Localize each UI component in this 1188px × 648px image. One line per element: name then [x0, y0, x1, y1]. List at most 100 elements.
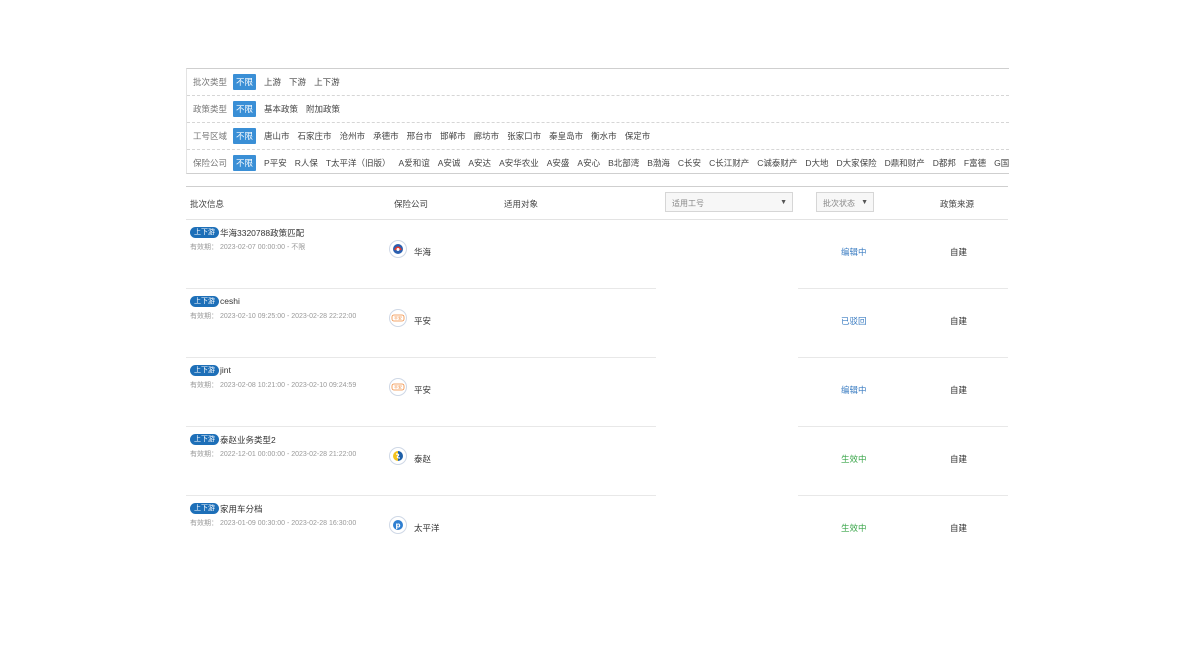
filter-option[interactable]: D大家保险 [836, 157, 876, 169]
insurer-name: 平安 [414, 316, 432, 326]
validity-period: 有效期： 2023-01-09 00:30:00 - 2023-02-28 16:… [190, 518, 356, 528]
filter-option[interactable]: 衡水市 [591, 130, 617, 142]
filter-option[interactable]: 张家口市 [507, 130, 541, 142]
filter-option[interactable]: A安达 [468, 157, 491, 169]
filter-option-any[interactable]: 不限 [233, 74, 257, 90]
filter-option[interactable]: A安华农业 [499, 157, 539, 169]
table-row[interactable]: 上下游 华海3320788政策匹配 有效期： 2023-02-07 00:00:0… [186, 220, 1008, 289]
policy-source: 自建 [950, 316, 968, 326]
filter-row: 政策类型 不限 基本政策 附加政策 [187, 95, 1009, 122]
filter-option[interactable]: 邢台市 [407, 130, 433, 142]
filter-option[interactable]: A安盛 [547, 157, 570, 169]
batch-status-select[interactable]: 批次状态 ▼ [816, 192, 874, 212]
filter-option[interactable]: G国任 [994, 157, 1009, 169]
filter-option[interactable]: 上游 [264, 76, 281, 88]
insurer-name: 泰赵 [414, 454, 432, 464]
validity-period: 有效期： 2023-02-08 10:21:00 - 2023-02-10 09:… [190, 380, 356, 390]
insurer-name: 太平洋 [414, 523, 440, 533]
job-number-select[interactable]: 适用工号 ▼ [665, 192, 793, 212]
batch-name[interactable]: 泰赵业务类型2 [220, 434, 276, 446]
filter-option[interactable]: C长安 [678, 157, 701, 169]
batch-name[interactable]: 家用车分档 [220, 503, 263, 515]
insurer-name: 华海 [414, 247, 432, 257]
filter-option[interactable]: 石家庄市 [298, 130, 332, 142]
filter-option[interactable]: D都邦 [933, 157, 956, 169]
filter-row: 工号区域 不限 唐山市 石家庄市 沧州市 承德市 邢台市 邯郸市 廊坊市 张家口市 秦皇岛市 衡水市保… [187, 122, 1009, 149]
pingan-logo-icon: 平安 [389, 378, 407, 396]
table-row[interactable]: 上下游 jint 有效期： 2023-02-08 10:21:00 - 2023-… [186, 358, 1008, 427]
batch-type-badge: 上下游 [190, 227, 219, 238]
filter-option[interactable]: C诚泰财产 [757, 157, 797, 169]
filter-option[interactable]: 承德市 [373, 130, 399, 142]
filter-option[interactable]: A安诚 [438, 157, 461, 169]
validity-range: 2022-12-01 00:00:00 - 2023-02-28 21:22:0… [220, 451, 357, 458]
taipingyang-logo-icon: p [389, 516, 407, 534]
batch-status: 生效中 [841, 523, 867, 533]
filter-row: 保险公司 不限 P平安 R人保 T太平洋（旧版） A爱和谊 A安诚 A安达 A安华农业 A安盛 A安… [187, 149, 1009, 176]
filter-option[interactable]: 廊坊市 [474, 130, 500, 142]
filter-option[interactable]: 保定市 [625, 130, 651, 142]
huahai-logo-icon [389, 240, 407, 258]
filter-option[interactable]: A安心 [577, 157, 600, 169]
header-batch-info: 批次信息 [190, 199, 225, 209]
filter-option[interactable]: D鼎和财产 [885, 157, 925, 169]
validity-label: 有效期： [190, 313, 218, 320]
filter-option[interactable]: D大地 [805, 157, 828, 169]
batch-table: 批次信息 保险公司 适用对象 适用工号 ▼ 批次状态 ▼ 政策来源 上下游 华海… [186, 186, 1008, 565]
filter-label: 批次类型 [193, 77, 228, 87]
filter-option[interactable]: 下游 [289, 76, 306, 88]
filter-option[interactable]: C长江财产 [709, 157, 749, 169]
validity-range: 2023-02-08 10:21:00 - 2023-02-10 09:24:5… [220, 382, 357, 389]
validity-label: 有效期： [190, 244, 218, 251]
batch-name[interactable]: jint [220, 365, 231, 375]
filter-option-any[interactable]: 不限 [233, 101, 257, 117]
validity-label: 有效期： [190, 382, 218, 389]
batch-type-badge: 上下游 [190, 434, 219, 445]
filter-option[interactable]: 唐山市 [264, 130, 290, 142]
batch-name[interactable]: 华海3320788政策匹配 [220, 227, 304, 239]
job-number-select-value: 适用工号 [672, 199, 704, 208]
caret-down-icon: ▼ [780, 199, 787, 206]
policy-source: 自建 [950, 523, 968, 533]
filter-option-any[interactable]: 不限 [233, 128, 257, 144]
filter-option-any[interactable]: 不限 [233, 155, 257, 171]
caret-down-icon: ▼ [861, 199, 868, 206]
table-row[interactable]: 上下游 泰赵业务类型2 有效期： 2022-12-01 00:00:00 - 20… [186, 427, 1008, 496]
filter-option[interactable]: 秦皇岛市 [549, 130, 583, 142]
filter-option[interactable]: 基本政策 [264, 103, 298, 115]
filter-option[interactable]: F富德 [964, 157, 986, 169]
batch-status: 编辑中 [841, 385, 867, 395]
filter-option[interactable]: B渤海 [647, 157, 670, 169]
filter-option[interactable]: 沧州市 [340, 130, 366, 142]
header-target: 适用对象 [504, 199, 539, 209]
header-source: 政策来源 [940, 199, 975, 209]
policy-source: 自建 [950, 454, 968, 464]
header-insurer: 保险公司 [394, 199, 429, 209]
validity-label: 有效期： [190, 520, 218, 527]
validity-label: 有效期： [190, 451, 218, 458]
table-row[interactable]: 上下游 ceshi 有效期： 2023-02-10 09:25:00 - 2023… [186, 289, 1008, 358]
validity-range: 2023-02-10 09:25:00 - 2023-02-28 22:22:0… [220, 313, 357, 320]
validity-period: 有效期： 2023-02-10 09:25:00 - 2023-02-28 22:… [190, 311, 356, 321]
pingan-logo-icon: 平安 [389, 309, 407, 327]
filter-option[interactable]: 邯郸市 [440, 130, 466, 142]
validity-range: 2023-01-09 00:30:00 - 2023-02-28 16:30:0… [220, 520, 357, 527]
filter-option[interactable]: R人保 [295, 157, 318, 169]
filter-option[interactable]: B北部湾 [608, 157, 639, 169]
validity-period: 有效期： 2022-12-01 00:00:00 - 2023-02-28 21:… [190, 449, 356, 459]
filter-option[interactable]: 上下游 [314, 76, 340, 88]
svg-text:平安: 平安 [394, 384, 402, 390]
filter-option[interactable]: A爱和谊 [399, 157, 430, 169]
filter-option[interactable]: 附加政策 [306, 103, 340, 115]
validity-period: 有效期： 2023-02-07 00:00:00 - 不限 [190, 242, 305, 252]
svg-text:平安: 平安 [394, 315, 402, 321]
batch-status: 已驳回 [841, 316, 867, 326]
table-row[interactable]: 上下游 家用车分档 有效期： 2023-01-09 00:30:00 - 2023… [186, 496, 1008, 565]
svg-text:p: p [395, 522, 400, 530]
batch-name[interactable]: ceshi [220, 296, 240, 306]
filter-option[interactable]: P平安 [264, 157, 287, 169]
policy-source: 自建 [950, 247, 968, 257]
batch-status: 编辑中 [841, 247, 867, 257]
batch-status: 生效中 [841, 454, 867, 464]
filter-option[interactable]: T太平洋（旧版） [326, 157, 391, 169]
